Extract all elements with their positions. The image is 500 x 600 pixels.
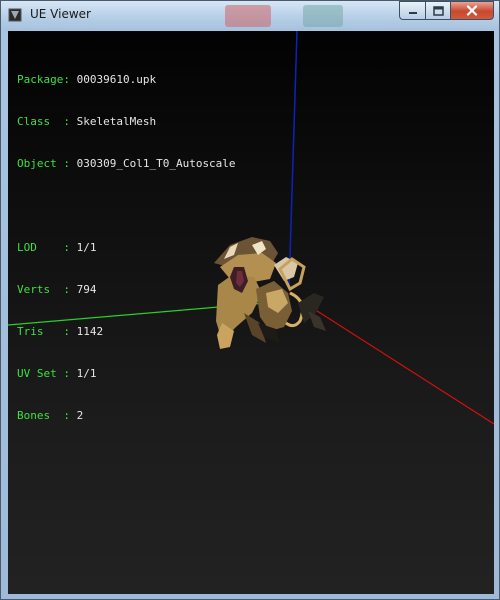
3d-viewport[interactable]: Package: 00039610.upk Class : SkeletalMe… [8, 31, 494, 594]
info-key: Package [17, 73, 64, 86]
info-separator: : [63, 115, 77, 128]
window-title: UE Viewer [30, 7, 91, 21]
minimize-button[interactable] [399, 1, 425, 20]
info-value: 00039610.upk [76, 73, 157, 86]
background-blur [225, 5, 271, 27]
info-value: 1/1 [76, 367, 97, 380]
info-row: Bones : 2 [17, 409, 236, 423]
info-key: Object [17, 157, 64, 170]
info-value: 1/1 [76, 241, 97, 254]
title-bar[interactable]: UE Viewer [1, 1, 499, 30]
mesh-info-overlay: Package: 00039610.upk Class : SkeletalMe… [17, 45, 236, 451]
info-value: 2 [76, 409, 84, 422]
info-separator: : [63, 157, 77, 170]
minimize-icon [408, 11, 417, 14]
z-axis-line [288, 31, 298, 289]
close-button[interactable] [450, 1, 494, 20]
info-row: Verts : 794 [17, 283, 236, 297]
info-key: LOD [17, 241, 64, 254]
info-row: Class : SkeletalMesh [17, 115, 236, 129]
info-row: LOD : 1/1 [17, 241, 236, 255]
maximize-button[interactable] [425, 1, 450, 20]
info-key: Tris [17, 325, 64, 338]
info-separator: : [63, 241, 77, 254]
info-value: 1142 [76, 325, 104, 338]
maximize-icon [432, 5, 444, 16]
background-blur [303, 5, 343, 27]
info-row: Object : 030309_Col1_T0_Autoscale [17, 157, 236, 171]
info-row: Package: 00039610.upk [17, 73, 236, 87]
info-key: Class [17, 115, 64, 128]
info-key: Verts [17, 283, 64, 296]
info-value: SkeletalMesh [76, 115, 157, 128]
info-separator: : [63, 283, 77, 296]
caption-buttons [399, 1, 494, 21]
info-value: 030309_Col1_T0_Autoscale [76, 157, 236, 170]
app-icon [8, 8, 22, 22]
info-value: 794 [76, 283, 97, 296]
info-separator: : [63, 325, 77, 338]
info-key: Bones [17, 409, 64, 422]
info-separator: : [63, 73, 77, 86]
info-row: Tris : 1142 [17, 325, 236, 339]
app-window: UE Viewer Package: 00039610.upk Class: … [0, 0, 500, 600]
info-row: UV Set : 1/1 [17, 367, 236, 381]
close-icon [466, 5, 478, 16]
info-separator: : [63, 367, 77, 380]
info-separator: : [63, 409, 77, 422]
info-key: UV Set [17, 367, 64, 380]
x-axis-line [288, 292, 494, 425]
